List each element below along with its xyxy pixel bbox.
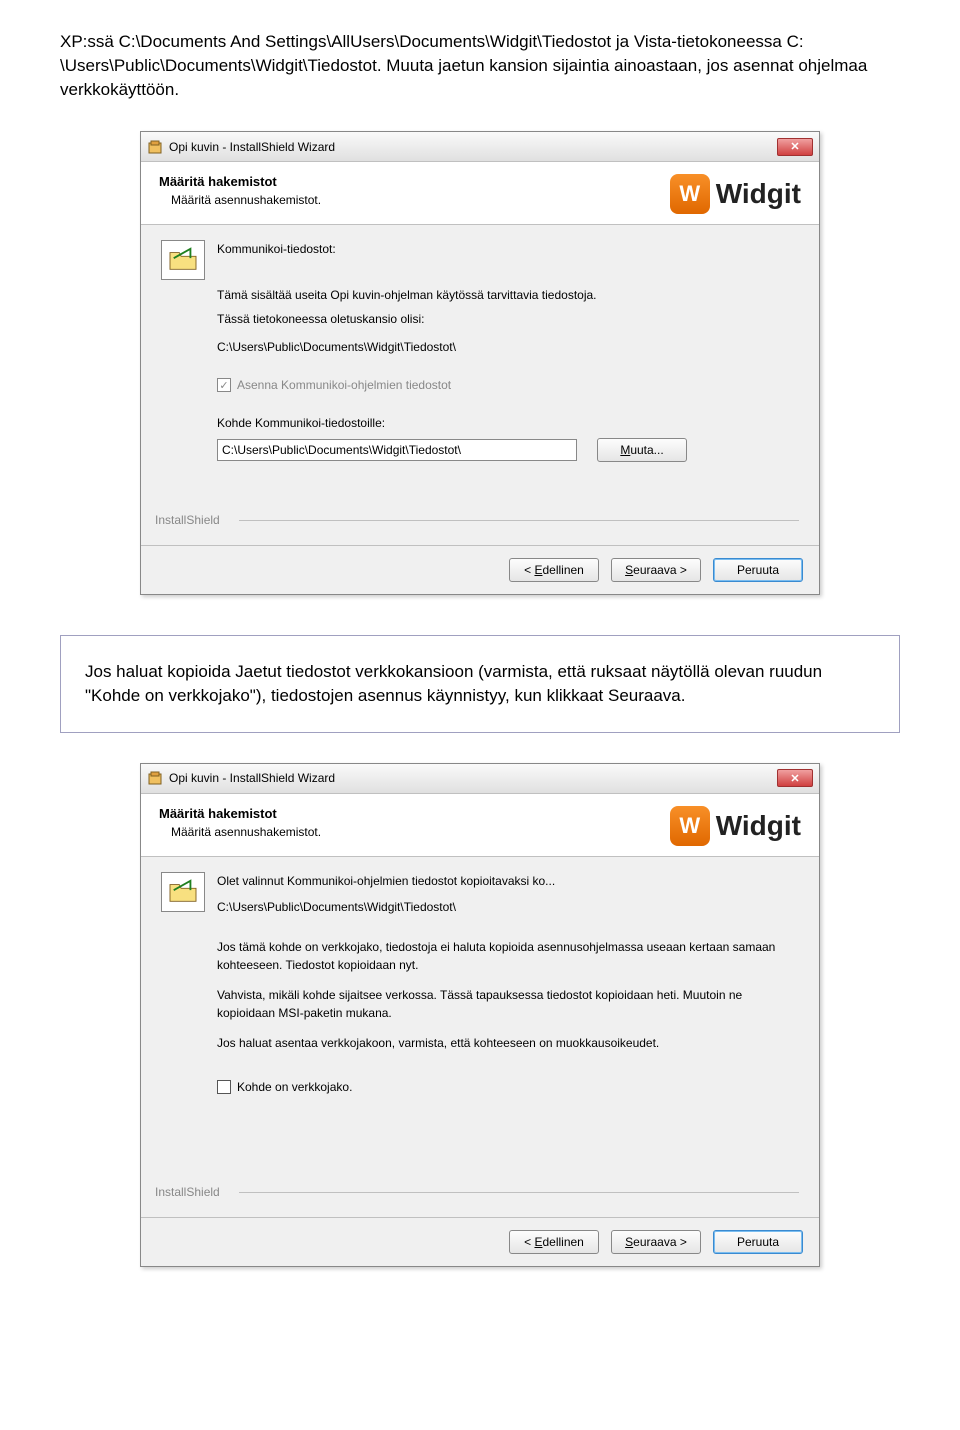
widgit-logo: W Widgit [670,806,801,846]
destination-label: Kohde Kommunikoi-tiedostoille: [217,414,799,432]
window-title: Opi kuvin - InstallShield Wizard [169,771,335,785]
next-button[interactable]: Seuraava > [611,558,701,582]
header-subtitle: Määritä asennushakemistot. [171,825,670,839]
installshield-label: InstallShield [155,1185,220,1199]
selected-text: Olet valinnut Kommunikoi-ohjelmien tiedo… [217,872,555,890]
checkbox-network-share[interactable]: Kohde on verkkojako. [217,1080,799,1094]
paragraph-1: Jos tämä kohde on verkkojako, tiedostoja… [217,938,799,974]
header-title: Määritä hakemistot [159,174,670,189]
widgit-logo-text: Widgit [716,178,801,210]
widgit-logo: W Widgit [670,174,801,214]
installshield-label: InstallShield [155,513,220,527]
close-button[interactable]: ✕ [777,138,813,156]
dialog-footer: < Edellinen Seuraava > Peruuta [141,545,819,594]
mid-instruction-box: Jos haluat kopioida Jaetut tiedostot ver… [60,635,900,733]
widgit-badge-icon: W [670,806,710,846]
default-path: C:\Users\Public\Documents\Widgit\Tiedost… [217,338,799,356]
paragraph-2: Vahvista, mikäli kohde sijaitsee verkoss… [217,986,799,1022]
window-title: Opi kuvin - InstallShield Wizard [169,140,335,154]
titlebar: Opi kuvin - InstallShield Wizard ✕ [141,764,819,794]
folder-icon [161,872,205,912]
installer-dialog-2: Opi kuvin - InstallShield Wizard ✕ Määri… [140,763,820,1267]
selected-path: C:\Users\Public\Documents\Widgit\Tiedost… [217,898,555,916]
folder-icon [161,240,205,280]
paragraph-3: Jos haluat asentaa verkkojakoon, varmist… [217,1034,799,1052]
divider [239,1192,799,1193]
change-button[interactable]: Muuta... [597,438,687,462]
desc-line-2: Tässä tietokoneessa oletuskansio olisi: [217,310,799,328]
widgit-logo-text: Widgit [716,810,801,842]
widgit-badge-icon: W [670,174,710,214]
next-button[interactable]: Seuraava > [611,1230,701,1254]
back-button[interactable]: < Edellinen [509,1230,599,1254]
close-button[interactable]: ✕ [777,769,813,787]
desc-line-1: Tämä sisältää useita Opi kuvin-ohjelman … [217,286,799,304]
cancel-button[interactable]: Peruuta [713,558,803,582]
checkbox-install-files: ✓ Asenna Kommunikoi-ohjelmien tiedostot [217,378,799,392]
files-label: Kommunikoi-tiedostot: [217,240,336,258]
dialog-body: Kommunikoi-tiedostot: Tämä sisältää usei… [141,225,819,545]
dialog-body: Olet valinnut Kommunikoi-ohjelmien tiedo… [141,857,819,1217]
checkbox-label: Asenna Kommunikoi-ohjelmien tiedostot [237,378,451,392]
dialog-footer: < Edellinen Seuraava > Peruuta [141,1217,819,1266]
titlebar: Opi kuvin - InstallShield Wizard ✕ [141,132,819,162]
checkbox-icon[interactable] [217,1080,231,1094]
checkbox-icon: ✓ [217,378,231,392]
dialog-header: Määritä hakemistot Määritä asennushakemi… [141,794,819,857]
mid-instruction-text: Jos haluat kopioida Jaetut tiedostot ver… [85,662,822,705]
back-button[interactable]: < Edellinen [509,558,599,582]
header-title: Määritä hakemistot [159,806,670,821]
installer-icon [147,139,163,155]
dialog-header: Määritä hakemistot Määritä asennushakemi… [141,162,819,225]
divider [239,520,799,521]
cancel-button[interactable]: Peruuta [713,1230,803,1254]
installer-dialog-1: Opi kuvin - InstallShield Wizard ✕ Määri… [140,131,820,595]
destination-input[interactable] [217,439,577,461]
header-subtitle: Määritä asennushakemistot. [171,193,670,207]
change-btn-rest: uuta... [630,443,663,457]
checkbox-label: Kohde on verkkojako. [237,1080,352,1094]
installer-icon [147,770,163,786]
intro-paragraph: XP:ssä C:\Documents And Settings\AllUser… [60,30,900,101]
